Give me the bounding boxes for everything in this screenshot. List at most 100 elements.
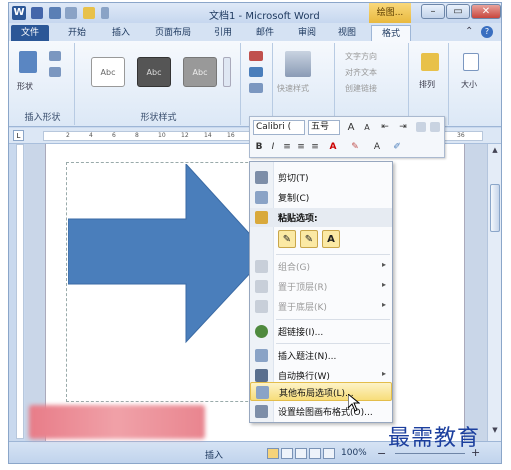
font-color-button[interactable]: A	[326, 140, 340, 155]
outline-view-icon[interactable]	[309, 448, 321, 459]
mouse-pointer-icon	[348, 394, 360, 412]
scroll-thumb[interactable]	[490, 184, 500, 232]
shape-fill-button[interactable]: ✎	[348, 140, 362, 155]
size-button[interactable]: 大小	[461, 79, 477, 90]
tab-home[interactable]: 开始	[61, 25, 93, 41]
style-gallery-more-icon[interactable]	[223, 57, 231, 87]
menu-item-group[interactable]: 组合(G) ▸	[250, 257, 392, 276]
tab-format[interactable]: 格式	[371, 25, 411, 41]
tab-page-layout[interactable]: 页面布局	[149, 25, 197, 41]
tab-mailings[interactable]: 邮件	[249, 25, 281, 41]
arrange-button[interactable]: 排列	[419, 79, 435, 90]
ruler-number: 16	[227, 132, 235, 139]
word-app-icon[interactable]: W	[12, 6, 26, 20]
textbox-icon[interactable]	[49, 67, 61, 77]
layout-options-icon	[256, 386, 269, 399]
customize-qat-icon[interactable]	[101, 7, 109, 19]
menu-item-hyperlink[interactable]: 超链接(I)...	[250, 322, 392, 341]
web-layout-view-icon[interactable]	[295, 448, 307, 459]
group-size: 大小	[451, 43, 495, 125]
group-label-shape-styles: 形状样式	[140, 113, 177, 123]
shapes-button[interactable]: 形状	[17, 81, 33, 92]
shapes-icon[interactable]	[19, 51, 37, 73]
decrease-indent-button[interactable]: ⇤	[378, 120, 392, 135]
zoom-level[interactable]: 100%	[341, 448, 367, 458]
shrink-font-button[interactable]: A	[360, 120, 374, 135]
tab-view[interactable]: 视图	[331, 25, 363, 41]
menu-separator	[276, 254, 390, 255]
redo-icon[interactable]	[65, 7, 77, 19]
zoom-out-button[interactable]: −	[377, 447, 386, 460]
drawing-tools-context-title: 绘图...	[369, 3, 411, 23]
paste-text-only-icon[interactable]: A	[322, 230, 340, 248]
full-screen-view-icon[interactable]	[281, 448, 293, 459]
collapse-ribbon-icon[interactable]: ⌃	[465, 26, 473, 37]
increase-indent-button[interactable]: ⇥	[396, 120, 410, 135]
grow-font-button[interactable]: A	[344, 120, 358, 135]
shape-fill-icon[interactable]	[249, 51, 263, 61]
styles-icon[interactable]	[430, 122, 440, 132]
format-painter-icon[interactable]	[416, 122, 426, 132]
minimize-button[interactable]: –	[421, 4, 445, 19]
scissors-icon	[255, 171, 268, 184]
ribbon: 形状 插入形状 Abc Abc Abc 形状样式 快速样式 文字方向 对齐文本 …	[9, 41, 501, 127]
ruler-number: 8	[135, 132, 139, 139]
text-direction-button[interactable]: 文字方向	[345, 51, 377, 62]
align-left-button[interactable]: ≡	[295, 140, 307, 155]
menu-item-cut[interactable]: 剪切(T)	[250, 168, 392, 187]
tab-insert[interactable]: 插入	[105, 25, 137, 41]
paste-merge-formatting-icon[interactable]: ✎	[300, 230, 318, 248]
shape-effects-icon[interactable]	[249, 83, 263, 93]
shape-style-sample-1[interactable]: Abc	[91, 57, 125, 87]
arrange-icon[interactable]	[421, 53, 439, 71]
close-button[interactable]: ✕	[471, 4, 501, 19]
tab-file[interactable]: 文件	[11, 25, 49, 41]
ruler-number: 36	[457, 132, 465, 139]
print-layout-view-icon[interactable]	[267, 448, 279, 459]
menu-item-bring-to-front[interactable]: 置于顶层(R) ▸	[250, 277, 392, 296]
tab-review[interactable]: 审阅	[291, 25, 323, 41]
zoom-slider[interactable]	[395, 453, 465, 454]
menu-item-copy[interactable]: 复制(C)	[250, 188, 392, 207]
quick-styles-button[interactable]: 快速样式	[277, 83, 309, 94]
right-arrow-shape[interactable]	[68, 164, 278, 384]
size-icon[interactable]	[463, 53, 479, 71]
help-icon[interactable]: ?	[481, 26, 493, 38]
copy-icon	[255, 191, 268, 204]
shape-outline-icon[interactable]	[249, 67, 263, 77]
menu-item-insert-caption[interactable]: 插入题注(N)...	[250, 346, 392, 365]
tab-selector[interactable]: L	[13, 130, 24, 141]
scroll-up-button[interactable]: ▲	[490, 146, 500, 156]
open-folder-icon[interactable]	[83, 7, 95, 19]
font-name-field[interactable]: Calibri (	[253, 120, 305, 135]
vertical-ruler[interactable]	[16, 144, 24, 439]
menu-item-paste-options: 粘贴选项:	[250, 208, 392, 227]
create-link-button[interactable]: 创建链接	[345, 83, 377, 94]
shape-outline-button[interactable]: ✐	[390, 140, 404, 155]
menu-item-send-to-back[interactable]: 置于底层(K) ▸	[250, 297, 392, 316]
align-center-button[interactable]: ≡	[281, 140, 293, 155]
vertical-scrollbar[interactable]: ▲ ▼	[487, 144, 501, 441]
scroll-down-button[interactable]: ▼	[490, 426, 500, 436]
edit-shape-icon[interactable]	[49, 51, 61, 61]
tab-references[interactable]: 引用	[207, 25, 239, 41]
undo-icon[interactable]	[49, 7, 61, 19]
italic-button[interactable]: I	[267, 140, 279, 155]
shape-style-sample-3[interactable]: Abc	[183, 57, 217, 87]
save-icon[interactable]	[31, 7, 43, 19]
paste-keep-source-formatting-icon[interactable]: ✎	[278, 230, 296, 248]
menu-separator	[276, 343, 390, 344]
text-highlight-button[interactable]: A	[370, 140, 384, 155]
align-right-button[interactable]: ≡	[309, 140, 321, 155]
font-size-field[interactable]: 五号	[308, 120, 340, 135]
menu-item-more-layout-options[interactable]: 其他布局选项(L)...	[250, 382, 392, 401]
group-shape-styles: Abc Abc Abc 形状样式	[77, 43, 241, 125]
align-text-button[interactable]: 对齐文本	[345, 67, 377, 78]
restore-button[interactable]: ▭	[446, 4, 470, 19]
menu-item-format-drawing-canvas[interactable]: 设置绘图画布格式(O)...	[250, 402, 392, 421]
draft-view-icon[interactable]	[323, 448, 335, 459]
wordart-quick-styles-icon[interactable]	[285, 51, 311, 77]
shape-style-sample-2[interactable]: Abc	[137, 57, 171, 87]
insert-mode-indicator[interactable]: 插入	[205, 448, 223, 461]
bold-button[interactable]: B	[253, 140, 265, 155]
